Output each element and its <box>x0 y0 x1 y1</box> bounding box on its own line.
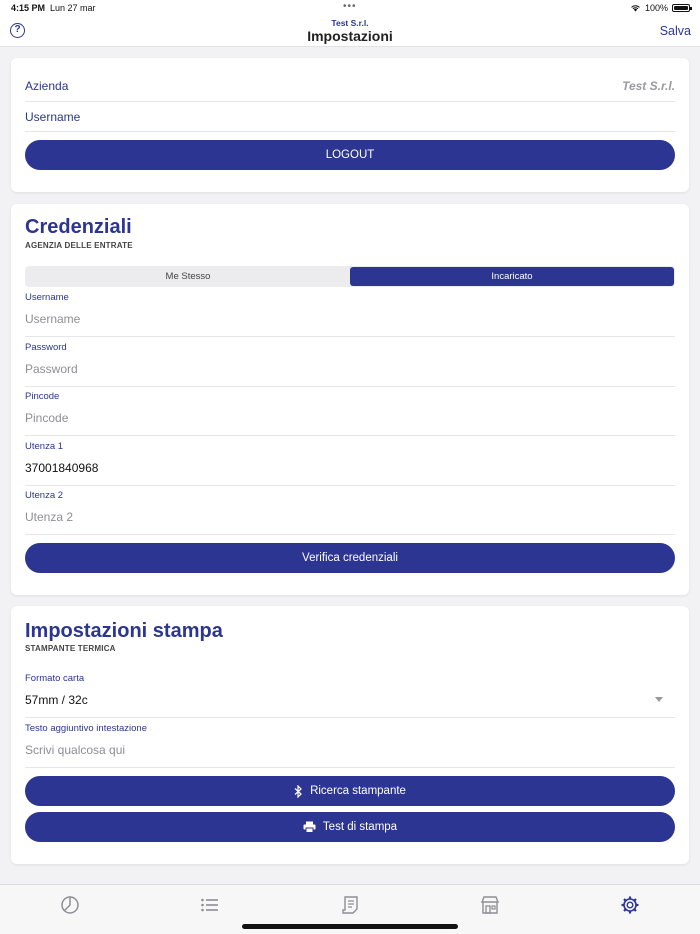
tab-settings[interactable] <box>619 894 641 916</box>
status-time: 4:15 PM <box>11 3 46 13</box>
company-subtitle: Test S.r.l. <box>331 18 369 28</box>
settings-icon <box>621 896 639 914</box>
utenza1-field-label: Utenza 1 <box>25 441 64 452</box>
printer-icon <box>303 821 316 833</box>
company-label: Azienda <box>25 79 69 93</box>
print-settings-subtitle: STAMPANTE TERMICA <box>25 644 116 653</box>
home-indicator[interactable] <box>242 924 458 929</box>
password-field-label: Password <box>25 342 67 353</box>
list-icon <box>201 898 218 912</box>
battery-icon <box>672 4 692 12</box>
store-icon <box>480 896 500 914</box>
tab-store[interactable] <box>479 894 501 916</box>
company-row: Azienda Test S.r.l. <box>25 72 675 102</box>
credentials-card: Credenziali AGENZIA DELLE ENTRATE Me Ste… <box>11 204 689 595</box>
segment-me-stesso[interactable]: Me Stesso <box>26 267 350 286</box>
username-field: Username Username <box>25 288 675 337</box>
print-settings-title: Impostazioni stampa <box>25 620 223 642</box>
segment-incaricato[interactable]: Incaricato <box>350 267 674 286</box>
test-print-button[interactable]: Test di stampa <box>25 812 675 842</box>
credentials-title: Credenziali <box>25 216 132 238</box>
header-text-label: Testo aggiuntivo intestazione <box>25 723 147 734</box>
role-segmented-control: Me Stesso Incaricato <box>25 266 675 287</box>
multitasking-dots[interactable]: ••• <box>343 1 357 12</box>
receipt-icon <box>342 896 358 914</box>
page-title: Impostazioni <box>307 28 393 44</box>
username-field-label: Username <box>25 292 69 303</box>
search-printer-button[interactable]: Ricerca stampante <box>25 776 675 806</box>
pincode-field: Pincode Pincode <box>25 387 675 436</box>
battery-percentage: 100% <box>644 3 668 13</box>
status-bar: 4:15 PM Lun 27 mar ••• 100% <box>0 0 700 16</box>
wifi-icon <box>631 5 640 12</box>
logout-button[interactable]: LOGOUT <box>25 140 675 170</box>
password-input[interactable]: Password <box>25 362 78 376</box>
save-button[interactable]: Salva <box>660 24 691 38</box>
navigation-bar: ? Test S.r.l. Impostazioni Salva <box>0 16 700 47</box>
paper-format-label: Formato carta <box>25 673 85 684</box>
utenza2-input[interactable]: Utenza 2 <box>25 510 73 524</box>
header-text-input[interactable]: Scrivi qualcosa qui <box>25 743 125 757</box>
status-right: 100% <box>630 3 692 13</box>
bluetooth-icon <box>294 784 302 798</box>
status-date: Lun 27 mar <box>50 3 96 13</box>
search-printer-label: Ricerca stampante <box>310 785 406 797</box>
credentials-subtitle: AGENZIA DELLE ENTRATE <box>25 241 133 250</box>
tab-dashboard[interactable] <box>59 894 81 916</box>
password-field: Password Password <box>25 338 675 387</box>
header-text-field: Testo aggiuntivo intestazione Scrivi qua… <box>25 719 675 768</box>
paper-format-value[interactable]: 57mm / 32c <box>25 693 88 707</box>
tab-receipts[interactable] <box>339 894 361 916</box>
utenza1-field: Utenza 1 37001840968 <box>25 437 675 486</box>
utenza2-field: Utenza 2 Utenza 2 <box>25 486 675 535</box>
account-card: Azienda Test S.r.l. Username LOGOUT <box>11 58 689 192</box>
utenza1-input[interactable]: 37001840968 <box>25 461 98 475</box>
username-label: Username <box>25 110 81 124</box>
verify-credentials-button[interactable]: Verifica credenziali <box>25 543 675 573</box>
pincode-field-label: Pincode <box>25 391 60 402</box>
utenza2-field-label: Utenza 2 <box>25 490 64 501</box>
test-print-label: Test di stampa <box>322 821 398 833</box>
username-row: Username <box>25 102 675 132</box>
username-input[interactable]: Username <box>25 312 80 326</box>
pincode-input[interactable]: Pincode <box>25 411 68 425</box>
dashboard-icon <box>61 896 79 914</box>
company-value: Test S.r.l. <box>622 79 675 93</box>
chevron-down-icon <box>655 697 663 702</box>
paper-format-select[interactable]: Formato carta 57mm / 32c <box>25 669 675 718</box>
print-settings-card: Impostazioni stampa STAMPANTE TERMICA Fo… <box>11 606 689 864</box>
tab-list[interactable] <box>199 894 221 916</box>
